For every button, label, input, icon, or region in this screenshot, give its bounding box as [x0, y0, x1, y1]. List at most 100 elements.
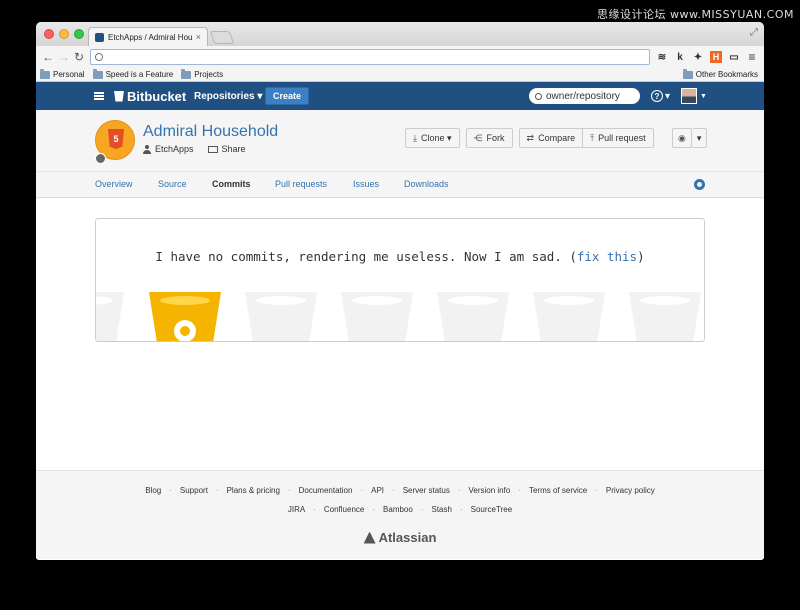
footer-link-plans-pricing[interactable]: Plans & pricing — [227, 486, 280, 495]
bitbucket-header: Bitbucket Repositories ▾ Create owner/re… — [36, 82, 764, 110]
bitbucket-bucket-icon — [114, 90, 124, 102]
shuffle-icon: ⇄ — [526, 132, 535, 143]
window-extension-icon[interactable]: ▭ — [728, 51, 740, 63]
user-avatar[interactable] — [681, 88, 697, 104]
tab-commits[interactable]: Commits — [212, 179, 251, 189]
tab-issues[interactable]: Issues — [353, 179, 379, 189]
search-icon — [95, 53, 103, 61]
footer-link-version-info[interactable]: Version info — [469, 486, 511, 495]
repo-nav-tabs: Overview Source Commits Pull requests Is… — [36, 172, 764, 198]
fix-this-link[interactable]: fix this — [577, 249, 637, 264]
watch-dropdown-button[interactable]: ▾ — [691, 128, 708, 148]
fork-button[interactable]: ⋲ Fork — [465, 128, 513, 148]
clone-button[interactable]: ⤓ Clone ▾ — [405, 128, 460, 148]
bitbucket-logo[interactable]: Bitbucket — [114, 89, 186, 104]
minimize-window-button[interactable] — [59, 29, 69, 39]
footer-link-terms[interactable]: Terms of service — [529, 486, 587, 495]
watch-group: ◉ ▾ — [672, 128, 708, 148]
back-icon[interactable]: ← — [42, 50, 54, 64]
repo-header: 5 Admiral Household EtchApps Share ⤓ Clo… — [36, 110, 764, 172]
close-window-button[interactable] — [44, 29, 54, 39]
tab-downloads[interactable]: Downloads — [404, 179, 449, 189]
bookmark-other-bookmarks[interactable]: Other Bookmarks — [682, 68, 758, 79]
bucket-illustration — [437, 292, 509, 341]
share-label: Share — [221, 144, 246, 154]
envelope-icon — [207, 145, 218, 153]
chrome-menu-icon[interactable]: ≡ — [746, 50, 758, 64]
bucket-illustration-active — [149, 292, 221, 341]
hacker-news-extension-icon[interactable]: H — [710, 51, 722, 63]
share-link[interactable]: Share — [207, 144, 246, 154]
browser-tab[interactable]: EtchApps / Admiral House × — [88, 27, 208, 46]
user-menu-caret-icon[interactable]: ▼ — [700, 93, 707, 100]
fork-label: Fork — [486, 133, 505, 143]
bookmark-personal[interactable]: Personal — [40, 68, 85, 79]
repo-owner: EtchApps — [155, 144, 194, 154]
tab-close-icon[interactable]: × — [196, 32, 201, 42]
pull-request-label: Pull request — [598, 133, 646, 143]
folder-icon — [682, 68, 693, 79]
compare-pr-group: ⇄ Compare ⤒ Pull request — [518, 128, 654, 148]
footer-link-jira[interactable]: JIRA — [288, 505, 305, 514]
footer-link-server-status[interactable]: Server status — [403, 486, 450, 495]
footer-link-confluence[interactable]: Confluence — [324, 505, 364, 514]
pull-request-button[interactable]: ⤒ Pull request — [583, 128, 654, 148]
bookmarks-bar: Personal Speed is a Feature Projects Oth… — [36, 68, 764, 82]
footer: Blog · Support · Plans & pricing · Document… — [36, 470, 764, 559]
footer-link-stash[interactable]: Stash — [432, 505, 452, 514]
bucket-illustration — [629, 292, 701, 341]
empty-message-close: ) — [637, 249, 645, 264]
footer-link-bamboo[interactable]: Bamboo — [383, 505, 413, 514]
repository-search-input[interactable]: owner/repository — [529, 88, 640, 104]
address-bar[interactable] — [90, 49, 650, 65]
folder-icon — [92, 68, 103, 79]
bookmark-label: Projects — [194, 70, 224, 79]
repo-actions: ⤓ Clone ▾ ⋲ Fork ⇄ Compare ⤒ Pull reques… — [405, 128, 654, 148]
footer-link-blog[interactable]: Blog — [145, 486, 161, 495]
footer-link-support[interactable]: Support — [180, 486, 208, 495]
bookmark-label: Speed is a Feature — [105, 70, 174, 79]
tab-overview[interactable]: Overview — [95, 179, 133, 189]
gear-icon[interactable] — [694, 179, 705, 190]
reload-icon[interactable]: ↻ — [74, 50, 84, 64]
compare-label: Compare — [538, 133, 576, 143]
tab-source[interactable]: Source — [158, 179, 187, 189]
footer-links-primary: Blog · Support · Plans & pricing · Document… — [145, 486, 655, 495]
bookmark-label: Personal — [53, 70, 85, 79]
browser-tab-title: EtchApps / Admiral House — [108, 32, 193, 42]
menu-icon[interactable] — [94, 92, 104, 100]
empty-commits-panel: I have no commits, rendering me useless.… — [95, 218, 705, 342]
twitter-extension-icon[interactable]: ✦ — [692, 51, 704, 63]
bookmark-projects[interactable]: Projects — [181, 68, 224, 79]
layers-extension-icon[interactable]: ≋ — [656, 51, 668, 63]
create-button[interactable]: Create — [265, 87, 310, 105]
compare-button[interactable]: ⇄ Compare — [518, 128, 584, 148]
bucket-illustration — [533, 292, 605, 341]
empty-message: I have no commits, rendering me useless.… — [96, 249, 704, 264]
klout-extension-icon[interactable]: k — [674, 51, 686, 63]
watch-button[interactable]: ◉ — [672, 128, 692, 148]
repositories-menu[interactable]: Repositories ▾ — [194, 91, 262, 102]
footer-link-documentation[interactable]: Documentation — [299, 486, 353, 495]
main-content: I have no commits, rendering me useless.… — [36, 198, 764, 470]
footer-link-api[interactable]: API — [371, 486, 384, 495]
footer-link-sourcetree[interactable]: SourceTree — [471, 505, 513, 514]
forward-icon[interactable]: → — [58, 50, 70, 64]
bookmark-label: Other Bookmarks — [695, 70, 758, 79]
bitbucket-favicon-icon — [95, 32, 104, 42]
maximize-window-button[interactable] — [74, 29, 84, 39]
atlassian-wordmark: Atlassian — [378, 530, 437, 545]
tab-pull-requests[interactable]: Pull requests — [275, 179, 327, 189]
repo-owner-link[interactable]: EtchApps — [143, 144, 194, 154]
chevron-down-icon: ▾ — [696, 132, 702, 143]
empty-message-text: I have no commits, rendering me useless.… — [155, 249, 577, 264]
help-menu[interactable]: ? ▾ — [651, 90, 670, 102]
bookmark-speed-is-a-feature[interactable]: Speed is a Feature — [92, 68, 174, 79]
help-icon: ? — [651, 90, 663, 102]
repo-title[interactable]: Admiral Household — [143, 123, 278, 141]
search-icon — [535, 92, 542, 100]
footer-link-privacy[interactable]: Privacy policy — [606, 486, 655, 495]
atlassian-logo[interactable]: Atlassian — [36, 530, 764, 545]
fullscreen-icon[interactable]: ⤢ — [750, 27, 758, 38]
new-tab-button[interactable] — [209, 31, 235, 44]
